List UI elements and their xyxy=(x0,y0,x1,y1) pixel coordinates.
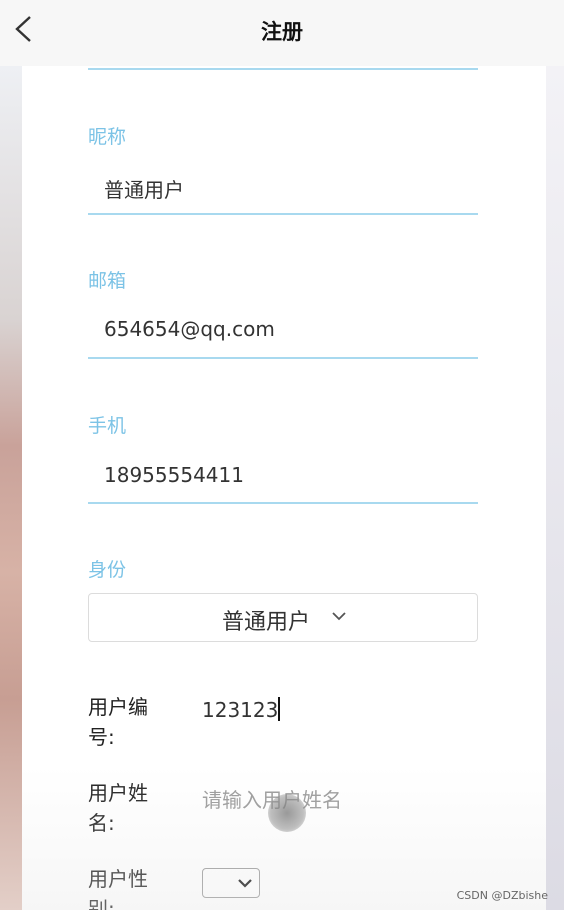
identity-selected-value: 普通用户 xyxy=(221,610,310,635)
chevron-down-icon xyxy=(238,879,252,888)
touch-indicator xyxy=(268,794,306,832)
user-gender-select[interactable] xyxy=(202,868,260,898)
user-no-label: 用户编 号: xyxy=(88,695,148,749)
register-form: 昵称 普通用户 邮箱 654654@qq.com 手机 18955554411 … xyxy=(22,66,546,910)
nickname-underline xyxy=(88,213,478,215)
email-underline xyxy=(88,357,478,359)
nickname-input[interactable]: 普通用户 xyxy=(104,174,184,203)
email-label: 邮箱 xyxy=(88,270,127,292)
phone-input[interactable]: 18955554411 xyxy=(104,463,244,487)
background-right xyxy=(546,66,564,910)
text-caret xyxy=(278,697,281,721)
watermark: CSDN @DZbishe xyxy=(456,889,548,902)
background-left xyxy=(0,66,22,910)
email-input[interactable]: 654654@qq.com xyxy=(104,317,275,341)
user-name-label: 用户姓 名: xyxy=(88,781,148,835)
field-underline xyxy=(88,68,478,70)
identity-label: 身份 xyxy=(88,559,127,581)
user-no-input[interactable]: 123123 xyxy=(202,697,281,722)
page-title: 注册 xyxy=(261,20,303,44)
phone-label: 手机 xyxy=(88,415,127,437)
identity-select[interactable]: 普通用户 xyxy=(88,593,478,642)
chevron-down-icon xyxy=(332,612,346,621)
nickname-label: 昵称 xyxy=(88,126,127,148)
top-navigation-bar: 注册 xyxy=(0,0,564,66)
phone-underline xyxy=(88,502,478,504)
user-gender-label: 用户性 别: xyxy=(88,867,148,910)
